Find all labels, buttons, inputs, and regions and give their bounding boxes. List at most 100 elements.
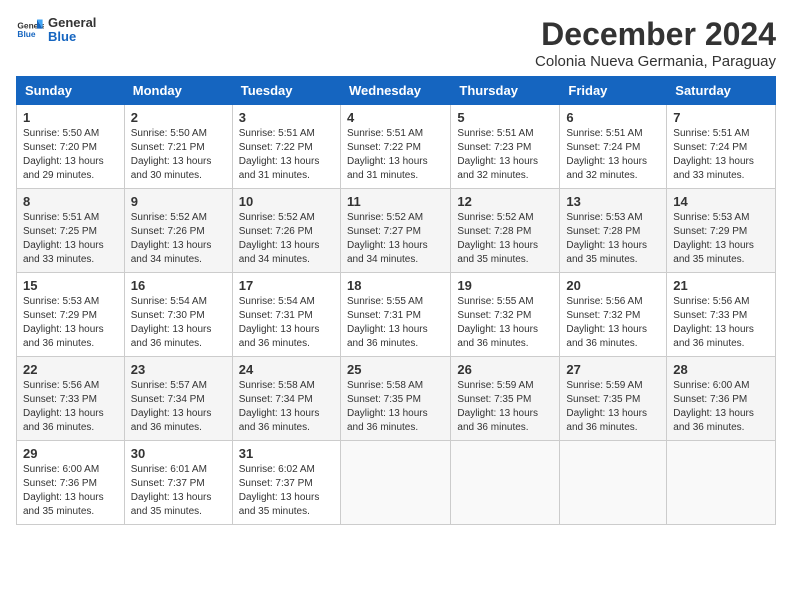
day-info: Sunrise: 5:51 AM Sunset: 7:22 PM Dayligh… [347, 127, 444, 183]
calendar-header-row: SundayMondayTuesdayWednesdayThursdayFrid… [17, 77, 776, 105]
calendar-cell: 24 Sunrise: 5:58 AM Sunset: 7:34 PM Dayli… [232, 357, 340, 441]
calendar-header-monday: Monday [124, 77, 232, 105]
day-number: 19 [457, 278, 553, 293]
day-number: 25 [347, 362, 444, 377]
day-info: Sunrise: 5:59 AM Sunset: 7:35 PM Dayligh… [566, 379, 660, 435]
day-number: 30 [131, 446, 226, 461]
day-info: Sunrise: 5:51 AM Sunset: 7:24 PM Dayligh… [673, 127, 769, 183]
day-info: Sunrise: 5:51 AM Sunset: 7:25 PM Dayligh… [23, 211, 118, 267]
calendar-header-sunday: Sunday [17, 77, 125, 105]
calendar-cell: 3 Sunrise: 5:51 AM Sunset: 7:22 PM Daylig… [232, 105, 340, 189]
calendar-cell: 1 Sunrise: 5:50 AM Sunset: 7:20 PM Daylig… [17, 105, 125, 189]
day-info: Sunrise: 5:52 AM Sunset: 7:26 PM Dayligh… [131, 211, 226, 267]
logo-text-blue: Blue [48, 30, 96, 44]
calendar-cell: 26 Sunrise: 5:59 AM Sunset: 7:35 PM Dayli… [451, 357, 560, 441]
calendar-cell [340, 441, 450, 525]
calendar-week-row: 15 Sunrise: 5:53 AM Sunset: 7:29 PM Dayli… [17, 273, 776, 357]
calendar-cell: 4 Sunrise: 5:51 AM Sunset: 7:22 PM Daylig… [340, 105, 450, 189]
day-info: Sunrise: 5:52 AM Sunset: 7:27 PM Dayligh… [347, 211, 444, 267]
day-info: Sunrise: 5:56 AM Sunset: 7:33 PM Dayligh… [673, 295, 769, 351]
day-number: 2 [131, 110, 226, 125]
day-number: 6 [566, 110, 660, 125]
day-number: 4 [347, 110, 444, 125]
calendar-week-row: 29Sunrise: 6:00 AM Sunset: 7:36 PM Dayli… [17, 441, 776, 525]
calendar-header-friday: Friday [560, 77, 667, 105]
day-number: 27 [566, 362, 660, 377]
calendar-cell: 23Sunrise: 5:57 AM Sunset: 7:34 PM Dayli… [124, 357, 232, 441]
calendar-cell: 2 Sunrise: 5:50 AM Sunset: 7:21 PM Daylig… [124, 105, 232, 189]
logo: General Blue General Blue [16, 16, 96, 45]
day-number: 9 [131, 194, 226, 209]
calendar-header-tuesday: Tuesday [232, 77, 340, 105]
day-info: Sunrise: 5:53 AM Sunset: 7:28 PM Dayligh… [566, 211, 660, 267]
calendar-cell: 18 Sunrise: 5:55 AM Sunset: 7:31 PM Dayli… [340, 273, 450, 357]
calendar-table: SundayMondayTuesdayWednesdayThursdayFrid… [16, 76, 776, 525]
day-info: Sunrise: 6:01 AM Sunset: 7:37 PM Dayligh… [131, 463, 226, 519]
day-number: 28 [673, 362, 769, 377]
day-number: 23 [131, 362, 226, 377]
day-number: 10 [239, 194, 334, 209]
page-header: General Blue General Blue December 2024 … [16, 16, 776, 70]
day-number: 5 [457, 110, 553, 125]
calendar-week-row: 22 Sunrise: 5:56 AM Sunset: 7:33 PM Dayli… [17, 357, 776, 441]
day-number: 26 [457, 362, 553, 377]
day-info: Sunrise: 5:51 AM Sunset: 7:23 PM Dayligh… [457, 127, 553, 183]
day-info: Sunrise: 5:51 AM Sunset: 7:22 PM Dayligh… [239, 127, 334, 183]
day-number: 13 [566, 194, 660, 209]
day-info: Sunrise: 5:58 AM Sunset: 7:35 PM Dayligh… [347, 379, 444, 435]
day-info: Sunrise: 5:50 AM Sunset: 7:21 PM Dayligh… [131, 127, 226, 183]
day-info: Sunrise: 5:52 AM Sunset: 7:28 PM Dayligh… [457, 211, 553, 267]
day-info: Sunrise: 5:55 AM Sunset: 7:31 PM Dayligh… [347, 295, 444, 351]
day-info: Sunrise: 5:50 AM Sunset: 7:20 PM Dayligh… [23, 127, 118, 183]
day-number: 18 [347, 278, 444, 293]
calendar-cell: 16Sunrise: 5:54 AM Sunset: 7:30 PM Dayli… [124, 273, 232, 357]
calendar-cell: 13 Sunrise: 5:53 AM Sunset: 7:28 PM Dayli… [560, 189, 667, 273]
calendar-header-thursday: Thursday [451, 77, 560, 105]
day-info: Sunrise: 5:54 AM Sunset: 7:31 PM Dayligh… [239, 295, 334, 351]
day-number: 31 [239, 446, 334, 461]
day-number: 12 [457, 194, 553, 209]
calendar-cell: 30 Sunrise: 6:01 AM Sunset: 7:37 PM Dayli… [124, 441, 232, 525]
day-number: 14 [673, 194, 769, 209]
calendar-cell [560, 441, 667, 525]
calendar-header-saturday: Saturday [667, 77, 776, 105]
day-info: Sunrise: 5:55 AM Sunset: 7:32 PM Dayligh… [457, 295, 553, 351]
calendar-header-wednesday: Wednesday [340, 77, 450, 105]
day-info: Sunrise: 5:59 AM Sunset: 7:35 PM Dayligh… [457, 379, 553, 435]
calendar-cell: 14 Sunrise: 5:53 AM Sunset: 7:29 PM Dayli… [667, 189, 776, 273]
day-info: Sunrise: 5:53 AM Sunset: 7:29 PM Dayligh… [673, 211, 769, 267]
calendar-cell: 19 Sunrise: 5:55 AM Sunset: 7:32 PM Dayli… [451, 273, 560, 357]
calendar-cell [451, 441, 560, 525]
day-number: 11 [347, 194, 444, 209]
calendar-cell: 28 Sunrise: 6:00 AM Sunset: 7:36 PM Dayli… [667, 357, 776, 441]
day-number: 22 [23, 362, 118, 377]
calendar-cell: 10Sunrise: 5:52 AM Sunset: 7:26 PM Dayli… [232, 189, 340, 273]
day-info: Sunrise: 5:53 AM Sunset: 7:29 PM Dayligh… [23, 295, 118, 351]
day-number: 24 [239, 362, 334, 377]
calendar-cell: 22 Sunrise: 5:56 AM Sunset: 7:33 PM Dayli… [17, 357, 125, 441]
day-info: Sunrise: 5:56 AM Sunset: 7:33 PM Dayligh… [23, 379, 118, 435]
day-number: 17 [239, 278, 334, 293]
day-info: Sunrise: 5:51 AM Sunset: 7:24 PM Dayligh… [566, 127, 660, 183]
title-block: December 2024 Colonia Nueva Germania, Pa… [535, 16, 776, 70]
day-info: Sunrise: 6:02 AM Sunset: 7:37 PM Dayligh… [239, 463, 334, 519]
logo-text-general: General [48, 16, 96, 30]
calendar-cell: 21 Sunrise: 5:56 AM Sunset: 7:33 PM Dayli… [667, 273, 776, 357]
day-info: Sunrise: 5:58 AM Sunset: 7:34 PM Dayligh… [239, 379, 334, 435]
day-info: Sunrise: 6:00 AM Sunset: 7:36 PM Dayligh… [23, 463, 118, 519]
calendar-cell: 6 Sunrise: 5:51 AM Sunset: 7:24 PM Daylig… [560, 105, 667, 189]
day-number: 1 [23, 110, 118, 125]
day-number: 3 [239, 110, 334, 125]
day-info: Sunrise: 6:00 AM Sunset: 7:36 PM Dayligh… [673, 379, 769, 435]
calendar-cell: 5 Sunrise: 5:51 AM Sunset: 7:23 PM Daylig… [451, 105, 560, 189]
calendar-week-row: 8Sunrise: 5:51 AM Sunset: 7:25 PM Daylig… [17, 189, 776, 273]
calendar-cell: 15 Sunrise: 5:53 AM Sunset: 7:29 PM Dayli… [17, 273, 125, 357]
calendar-cell: 31 Sunrise: 6:02 AM Sunset: 7:37 PM Dayli… [232, 441, 340, 525]
page-subtitle: Colonia Nueva Germania, Paraguay [535, 53, 776, 70]
calendar-cell: 25 Sunrise: 5:58 AM Sunset: 7:35 PM Dayli… [340, 357, 450, 441]
calendar-cell [667, 441, 776, 525]
day-number: 15 [23, 278, 118, 293]
calendar-cell: 20Sunrise: 5:56 AM Sunset: 7:32 PM Dayli… [560, 273, 667, 357]
page-title: December 2024 [535, 16, 776, 53]
day-number: 21 [673, 278, 769, 293]
